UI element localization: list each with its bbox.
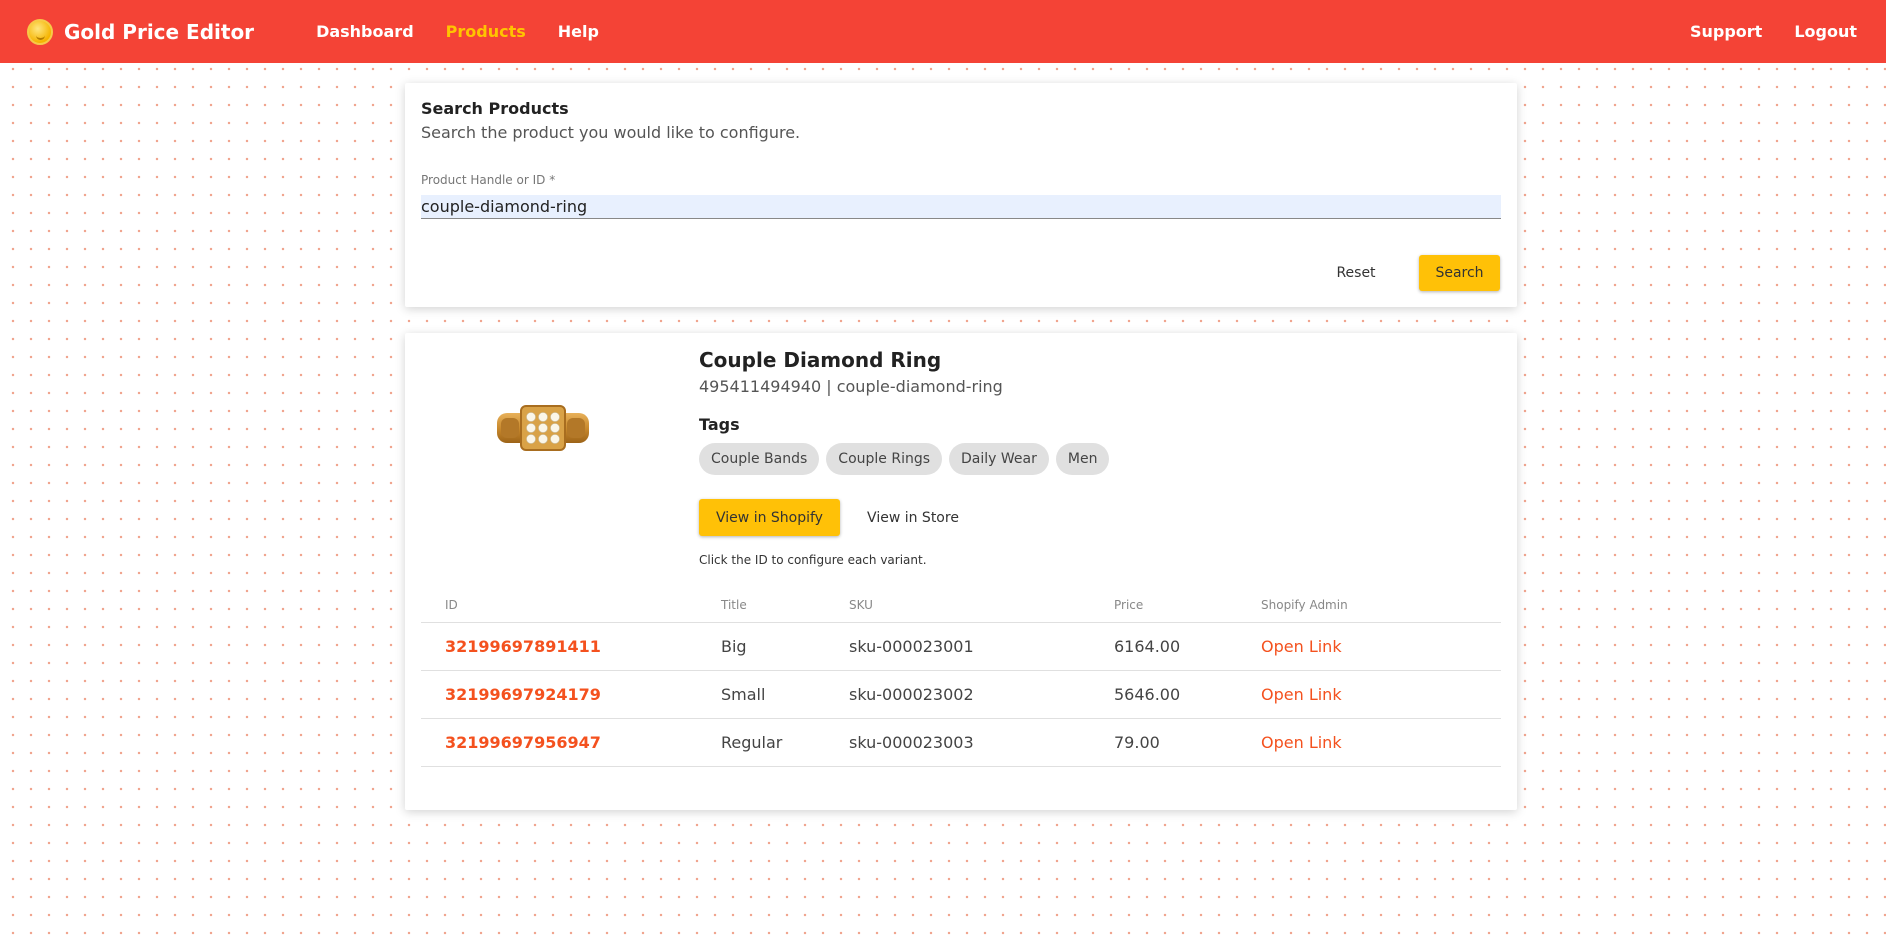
ring-product-image <box>497 405 589 451</box>
brand-name: Gold Price Editor <box>64 19 255 44</box>
column-header-price: Price <box>1114 597 1144 612</box>
tag-list: Couple Bands Couple Rings Daily Wear Men <box>699 443 1116 475</box>
product-handle-input[interactable] <box>421 195 1501 219</box>
tag-chip: Couple Rings <box>826 443 943 475</box>
table-header-row: ID Title SKU Price Shopify Admin <box>421 587 1501 623</box>
tag-chip: Daily Wear <box>949 443 1049 475</box>
nav-help[interactable]: Help <box>558 22 599 41</box>
variant-id-link[interactable]: 32199697891411 <box>445 637 601 656</box>
variant-title: Regular <box>721 733 783 752</box>
search-products-card: Search Products Search the product you w… <box>405 83 1517 307</box>
nav-dashboard[interactable]: Dashboard <box>316 22 414 41</box>
variant-sku: sku-000023002 <box>849 685 974 704</box>
variant-price: 5646.00 <box>1114 685 1181 704</box>
product-id-handle: 495411494940 | couple-diamond-ring <box>699 377 1003 396</box>
column-header-sku: SKU <box>849 597 873 612</box>
main-nav: Dashboard Products Help <box>316 22 631 41</box>
variant-title: Big <box>721 637 747 656</box>
right-nav: Support Logout <box>1658 22 1857 41</box>
column-header-shopify-admin: Shopify Admin <box>1261 597 1348 612</box>
variant-hint: Click the ID to configure each variant. <box>699 553 927 567</box>
variant-id-link[interactable]: 32199697924179 <box>445 685 601 704</box>
top-app-bar: Gold Price Editor Dashboard Products Hel… <box>0 0 1886 63</box>
reset-button[interactable]: Reset <box>1323 255 1389 291</box>
tag-chip: Couple Bands <box>699 443 820 475</box>
gold-coin-smile-icon <box>27 18 53 45</box>
variant-title: Small <box>721 685 766 704</box>
variant-price: 6164.00 <box>1114 637 1181 656</box>
view-in-shopify-button[interactable]: View in Shopify <box>699 499 840 536</box>
product-handle-label: Product Handle or ID * <box>421 173 556 187</box>
search-card-subtitle: Search the product you would like to con… <box>421 123 801 142</box>
variants-table: ID Title SKU Price Shopify Admin 3219969… <box>421 587 1501 767</box>
open-link[interactable]: Open Link <box>1261 637 1342 656</box>
table-row: 32199697891411 Big sku-000023001 6164.00… <box>421 623 1501 671</box>
variant-sku: sku-000023003 <box>849 733 974 752</box>
variant-price: 79.00 <box>1114 733 1160 752</box>
brand[interactable]: Gold Price Editor <box>27 18 255 45</box>
column-header-id: ID <box>445 597 458 612</box>
product-title: Couple Diamond Ring <box>699 348 942 372</box>
nav-support[interactable]: Support <box>1690 22 1762 41</box>
column-header-title: Title <box>721 597 747 612</box>
view-in-store-button[interactable]: View in Store <box>855 499 971 536</box>
open-link[interactable]: Open Link <box>1261 733 1342 752</box>
variant-sku: sku-000023001 <box>849 637 974 656</box>
nav-logout[interactable]: Logout <box>1794 22 1857 41</box>
product-details-card: Couple Diamond Ring 495411494940 | coupl… <box>405 333 1517 810</box>
search-button[interactable]: Search <box>1419 255 1500 291</box>
table-row: 32199697924179 Small sku-000023002 5646.… <box>421 671 1501 719</box>
nav-products[interactable]: Products <box>446 22 526 41</box>
open-link[interactable]: Open Link <box>1261 685 1342 704</box>
table-row: 32199697956947 Regular sku-000023003 79.… <box>421 719 1501 767</box>
variant-id-link[interactable]: 32199697956947 <box>445 733 601 752</box>
search-card-title: Search Products <box>421 99 569 118</box>
tag-chip: Men <box>1055 443 1110 475</box>
tags-heading: Tags <box>699 415 740 434</box>
